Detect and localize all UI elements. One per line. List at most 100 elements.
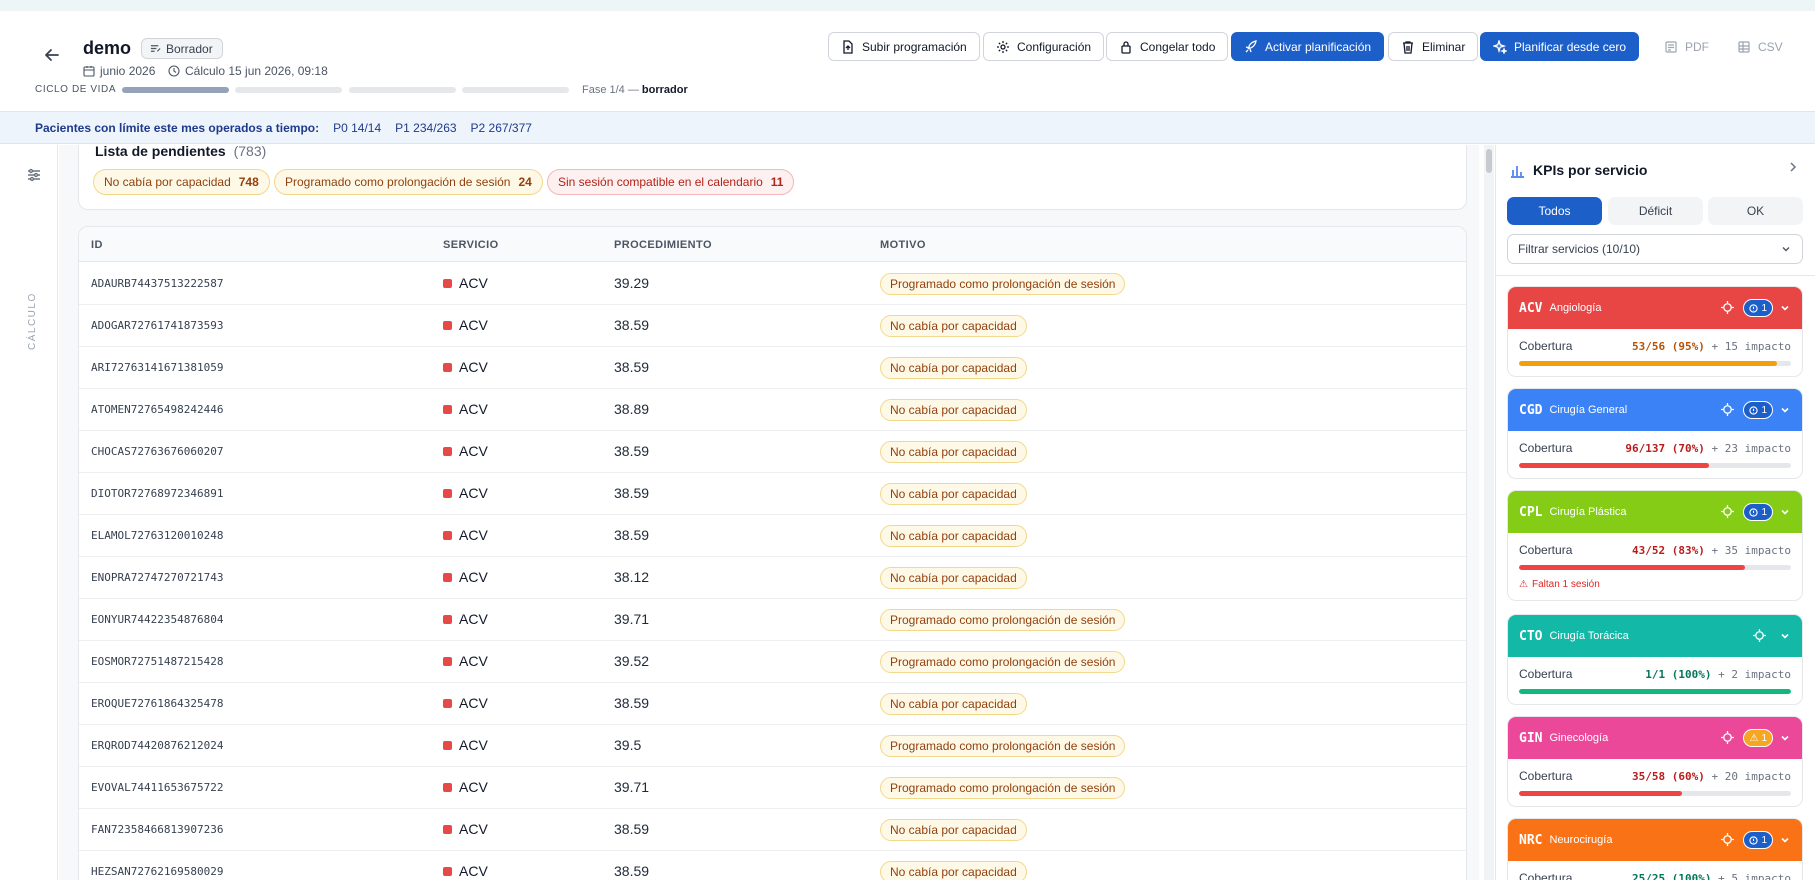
service-card-header[interactable]: GIN Ginecología ⚠ 1 (1508, 717, 1802, 759)
chip-no-session[interactable]: Sin sesión compatible en el calendario 1… (547, 169, 795, 195)
target-icon[interactable] (1721, 833, 1734, 846)
chip-no-session-label: Sin sesión compatible en el calendario (558, 175, 763, 189)
tab-all[interactable]: Todos (1507, 197, 1602, 225)
warning-triangle-icon: ⚠ (1519, 579, 1528, 590)
service-code: NRC (1519, 832, 1543, 848)
main-scrollbar[interactable] (1484, 145, 1494, 880)
service-card-header[interactable]: CGD Cirugía General 1 (1508, 389, 1802, 431)
table-row[interactable]: DIOTOR72768972346891 ACV 38.59 No cabía por… (79, 473, 1466, 515)
table-row[interactable]: EVOVAL74411653675722 ACV 39.71 Programado c… (79, 767, 1466, 809)
target-icon[interactable] (1753, 629, 1766, 642)
trash-icon (1403, 40, 1413, 54)
service-card-header[interactable]: CTO Cirugía Torácica (1508, 615, 1802, 657)
target-icon[interactable] (1721, 731, 1734, 744)
service-cell: ACV (443, 443, 488, 459)
service-cell: ACV (443, 695, 488, 711)
patient-id: EOSMOR72751487215428 (91, 655, 224, 668)
back-arrow-icon[interactable] (42, 45, 62, 65)
table-row[interactable]: FAN72358466813907236 ACV 38.59 No cabía por… (79, 809, 1466, 851)
chevron-down-icon[interactable] (1779, 732, 1791, 744)
service-filter-select[interactable]: Filtrar servicios (10/10) (1507, 234, 1803, 264)
chip-capacity[interactable]: No cabía por capacidad 748 (93, 169, 270, 195)
on-time-info-bar: Pacientes con límite este mes operados a… (0, 111, 1815, 144)
chip-capacity-label: No cabía por capacidad (104, 175, 231, 189)
pending-count: (783) (233, 145, 267, 159)
delete-button-label: Eliminar (1422, 39, 1466, 54)
table-row[interactable]: ADAURB74437513222587 ACV 39.29 Programado c… (79, 263, 1466, 305)
warning-icon: ⚠ (1749, 732, 1759, 744)
chevron-down-icon[interactable] (1779, 404, 1791, 416)
coverage-ratio: 96/137 (70%) (1625, 441, 1705, 455)
chip-prolongation[interactable]: Programado como prolongación de sesión 2… (274, 169, 543, 195)
service-cell: ACV (443, 779, 488, 795)
table-row[interactable]: ARI72763141671381059 ACV 38.59 No cabía por… (79, 347, 1466, 389)
patient-id: HEZSAN72762169580029 (91, 865, 224, 878)
chevron-down-icon[interactable] (1779, 630, 1791, 642)
alert-count-pill[interactable]: 1 (1743, 401, 1773, 419)
alert-count: 1 (1761, 404, 1767, 416)
status-badge-label: Borrador (166, 41, 213, 56)
table-row[interactable]: ENOPRA72747270721743 ACV 38.12 No cabía por… (79, 557, 1466, 599)
table-row[interactable]: ATOMEN72765498242446 ACV 38.89 No cabía por… (79, 389, 1466, 431)
sliders-icon[interactable] (26, 167, 42, 183)
coverage-ratio: 53/56 (95%) (1632, 339, 1705, 353)
target-icon[interactable] (1721, 505, 1734, 518)
col-id[interactable]: ID (91, 239, 103, 251)
alert-count-pill[interactable]: 1 (1743, 503, 1773, 521)
chevron-right-icon[interactable] (1786, 160, 1800, 174)
config-button[interactable]: Configuración (983, 32, 1105, 61)
upload-button-label: Subir programación (862, 39, 967, 54)
alert-count-pill[interactable]: 1 (1743, 299, 1773, 317)
scroll-thumb[interactable] (1486, 149, 1492, 173)
coverage-ratio: 43/52 (83%) (1632, 543, 1705, 557)
freeze-button[interactable]: Congelar todo (1106, 32, 1229, 61)
table-file-icon (1738, 40, 1750, 53)
coverage-bar-fill (1519, 791, 1683, 796)
reason-badge: Programado como prolongación de sesión (880, 609, 1126, 631)
alert-count-pill[interactable]: 1 (1743, 831, 1773, 849)
page-header: demo Borrador junio 2026 Cálculo 15 jun … (0, 11, 1815, 111)
delete-button[interactable]: Eliminar (1388, 32, 1479, 61)
service-name: Cirugía Plástica (1549, 506, 1627, 518)
coverage-label: Cobertura (1519, 339, 1573, 353)
pdf-button[interactable]: PDF (1652, 32, 1721, 61)
table-row[interactable]: EROQUE72761864325478 ACV 38.59 No cabía por… (79, 683, 1466, 725)
reason-badge: No cabía por capacidad (880, 819, 1027, 841)
table-row[interactable]: ELAMOL72763120010248 ACV 38.59 No cabía por… (79, 515, 1466, 557)
activate-button[interactable]: Activar planificación (1231, 32, 1385, 61)
col-service[interactable]: SERVICIO (443, 239, 499, 251)
chevron-down-icon[interactable] (1779, 302, 1791, 314)
reason-badge: Programado como prolongación de sesión (880, 273, 1126, 295)
target-icon[interactable] (1721, 403, 1734, 416)
col-reason[interactable]: MOTIVO (880, 239, 926, 251)
tab-ok[interactable]: OK (1708, 197, 1803, 225)
rocket-icon (1245, 39, 1257, 52)
chevron-down-icon[interactable] (1779, 506, 1791, 518)
target-icon[interactable] (1721, 301, 1734, 314)
table-row[interactable]: ADOGAR72761741873593 ACV 38.59 No cabía por… (79, 305, 1466, 347)
rail-label[interactable]: CÁLCULO (27, 292, 38, 350)
service-card-header[interactable]: NRC Neurocirugía 1 (1508, 819, 1802, 861)
service-name: Cirugía Torácica (1549, 630, 1629, 642)
tab-deficit[interactable]: Déficit (1608, 197, 1703, 225)
chevron-down-icon[interactable] (1779, 834, 1791, 846)
table-row[interactable]: EOSMOR72751487215428 ACV 39.52 Programado c… (79, 641, 1466, 683)
service-code: ACV (459, 485, 488, 501)
table-row[interactable]: CHOCAS72763676060207 ACV 38.59 No cabía por… (79, 431, 1466, 473)
service-cell: ACV (443, 527, 488, 543)
csv-button[interactable]: CSV (1725, 32, 1795, 61)
service-card-header[interactable]: CPL Cirugía Plástica 1 (1508, 491, 1802, 533)
service-card-header[interactable]: ACV Angiología 1 (1508, 287, 1802, 329)
coverage-impact: + 2 impacto (1718, 667, 1791, 681)
col-procedure[interactable]: PROCEDIMIENTO (614, 239, 712, 251)
table-row[interactable]: ERQROD74420876212024 ACV 39.5 Programado co… (79, 725, 1466, 767)
table-row[interactable]: HEZSAN72762169580029 ACV 38.59 No cabía por… (79, 851, 1466, 880)
upload-button[interactable]: Subir programación (828, 32, 980, 61)
alert-count-pill[interactable]: ⚠ 1 (1743, 729, 1773, 747)
calendar-icon (83, 66, 95, 77)
coverage-label: Cobertura (1519, 441, 1573, 455)
plan-from-scratch-button[interactable]: Planificar desde cero (1480, 32, 1640, 61)
table-row[interactable]: EONYUR74422354876804 ACV 39.71 Programado c… (79, 599, 1466, 641)
coverage-row: Cobertura 1/1 (100%) + 2 impacto (1519, 667, 1791, 681)
coverage-bar (1519, 791, 1791, 796)
